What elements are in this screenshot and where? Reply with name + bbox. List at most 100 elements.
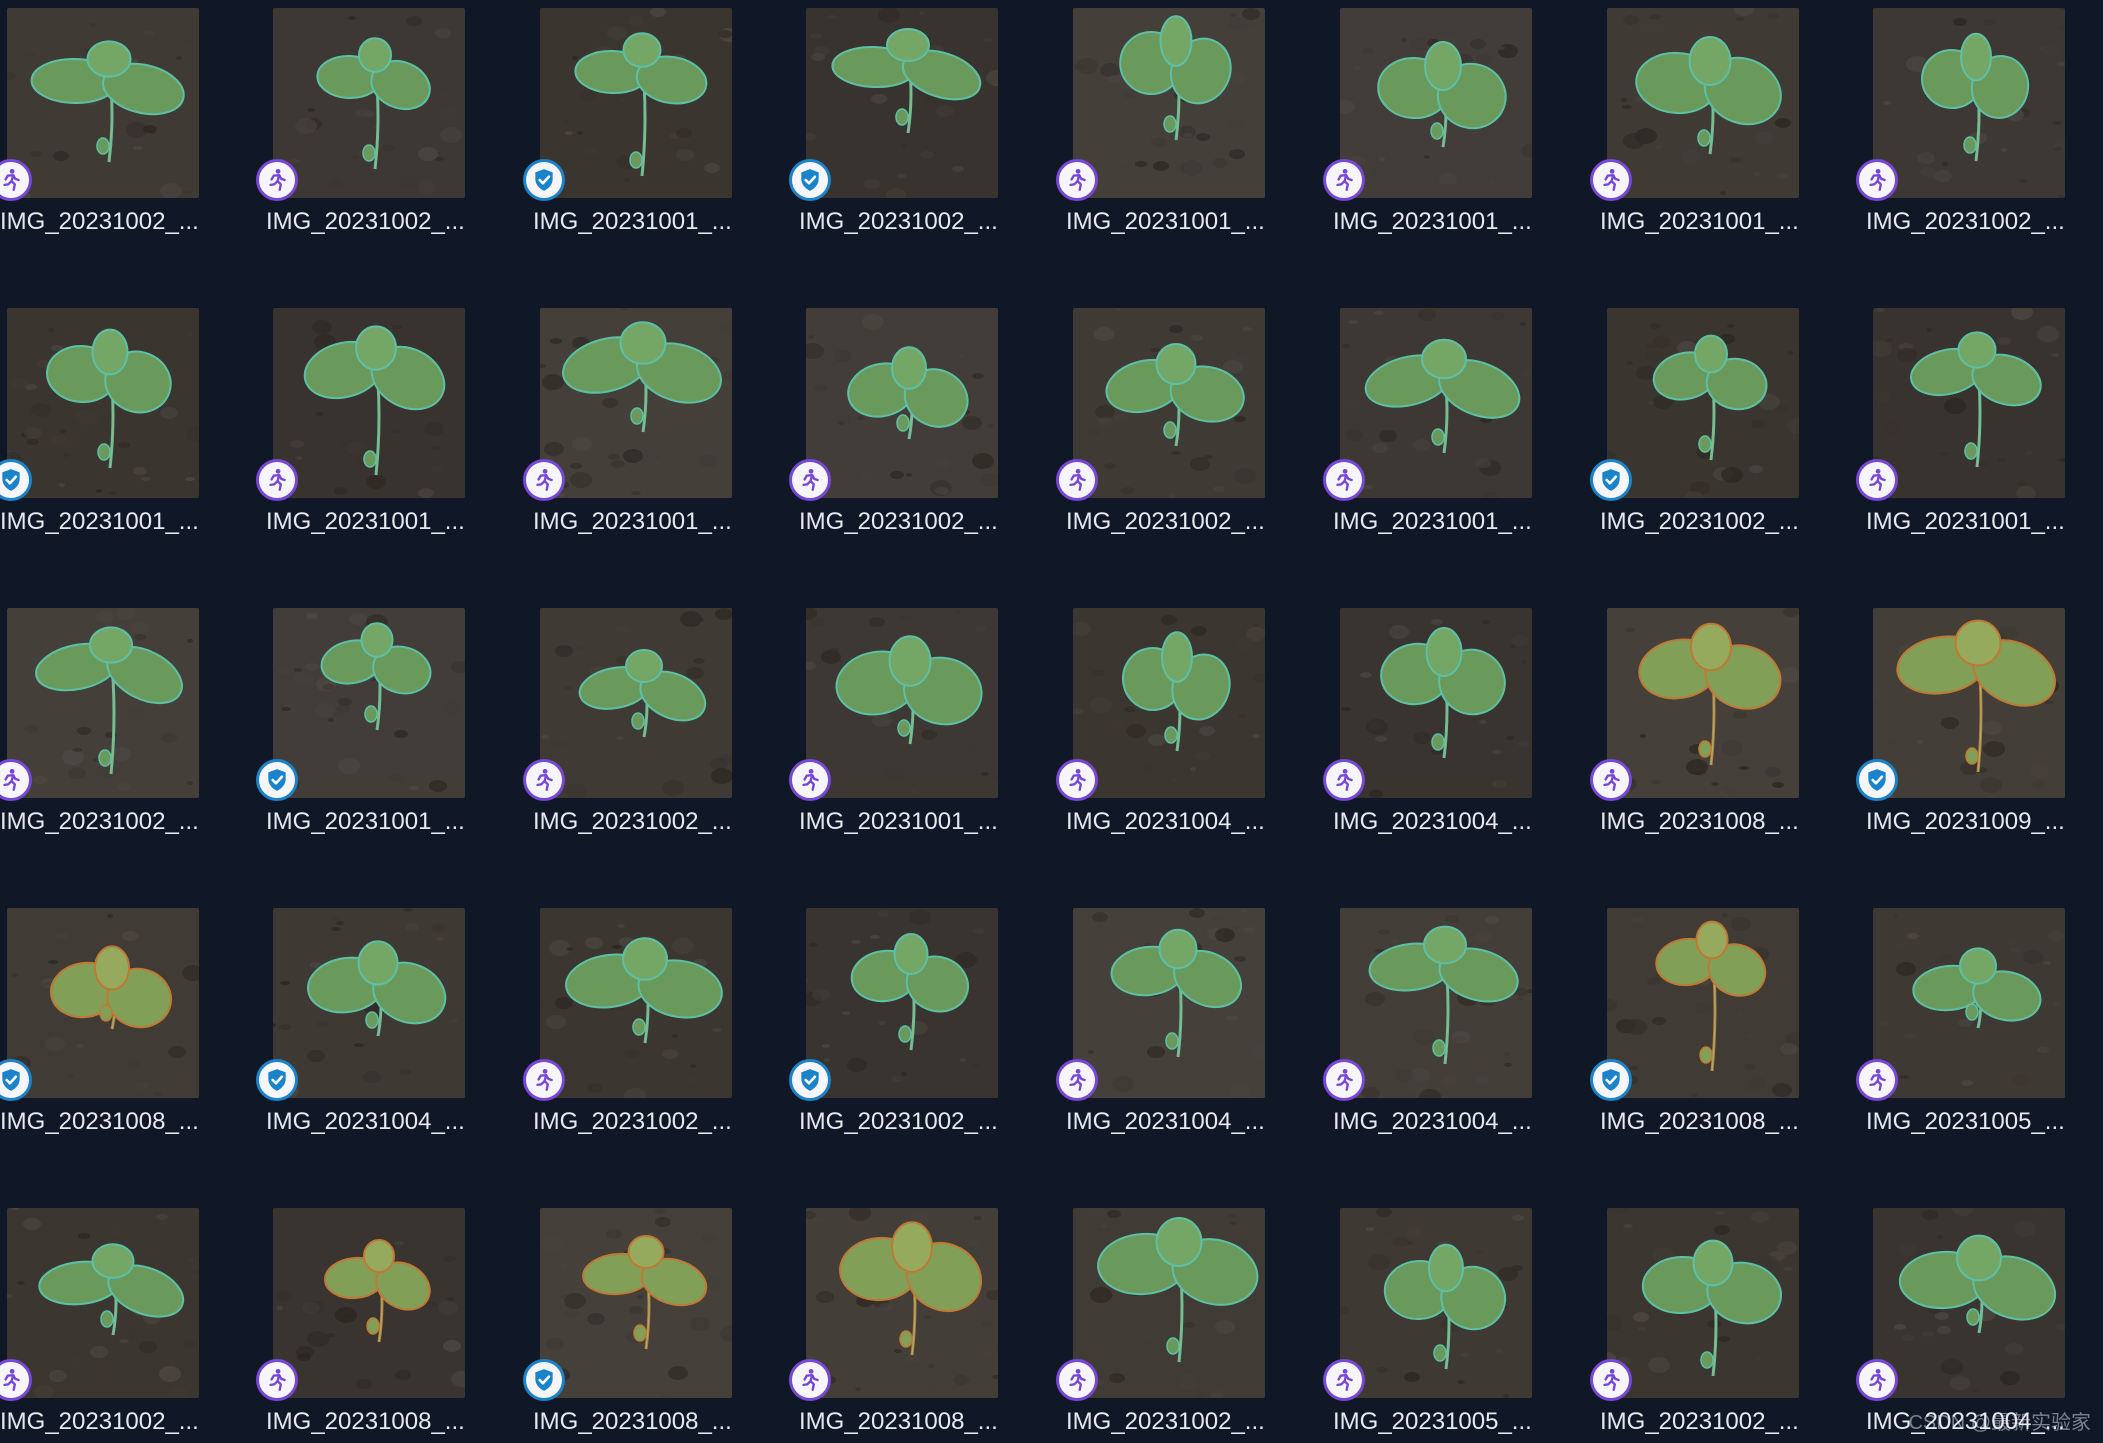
thumbnail-image[interactable] (1073, 308, 1265, 498)
image-filename: IMG_20231002_... (1866, 208, 2065, 235)
thumbnail-image[interactable] (540, 8, 732, 198)
gallery-item[interactable]: IMG_20231004_... (1323, 600, 1600, 850)
thumbnail-image[interactable] (540, 908, 732, 1098)
thumbnail-image[interactable] (273, 1208, 465, 1398)
thumbnail-image[interactable] (1873, 1208, 2065, 1398)
thumbnail-image[interactable] (540, 308, 732, 498)
sam-icon (1590, 159, 1632, 201)
thumbnail-image[interactable] (1340, 908, 1532, 1098)
gallery-item[interactable]: IMG_20231002_... (789, 300, 1066, 550)
gallery-item[interactable]: IMG_20231001_... (523, 300, 800, 550)
gallery-item[interactable]: IMG_20231001_... (1590, 0, 1867, 250)
image-filename: IMG_20231009_... (1866, 808, 2065, 835)
thumbnail-image[interactable] (1073, 1208, 1265, 1398)
gallery-item[interactable]: IMG_20231001_... (1856, 300, 2103, 550)
thumbnail-image[interactable] (1607, 608, 1799, 798)
thumbnail-image[interactable] (1873, 8, 2065, 198)
thumbnail-image[interactable] (806, 908, 998, 1098)
gallery-item[interactable]: IMG_20231004_... (1056, 900, 1333, 1150)
gallery-item[interactable]: IMG_20231005_... (1323, 1200, 1600, 1443)
gallery-item[interactable]: IMG_20231001_... (1323, 300, 1600, 550)
image-filename: IMG_20231001_... (1333, 508, 1532, 535)
thumbnail-image[interactable] (1073, 608, 1265, 798)
verified-icon (1590, 459, 1632, 501)
thumbnail-image[interactable] (1607, 1208, 1799, 1398)
gallery-item[interactable]: IMG_20231001_... (789, 600, 1066, 850)
thumbnail-image[interactable] (273, 308, 465, 498)
thumbnail-image[interactable] (273, 608, 465, 798)
gallery-item[interactable]: IMG_20231009_... (1856, 600, 2103, 850)
thumbnail-image[interactable] (1340, 1208, 1532, 1398)
gallery-item[interactable]: IMG_20231005_... (1856, 900, 2103, 1150)
gallery-item[interactable]: IMG_20231002_... (1056, 1200, 1333, 1443)
gallery-item[interactable]: IMG_20231002_... (789, 0, 1066, 250)
image-filename: IMG_20231005_... (1333, 1408, 1532, 1435)
sam-icon (789, 759, 831, 801)
image-filename: IMG_20231004_... (1333, 1108, 1532, 1135)
gallery-item[interactable]: IMG_20231008_... (256, 1200, 533, 1443)
gallery-item[interactable]: IMG_20231001_... (256, 600, 533, 850)
thumbnail-image[interactable] (7, 908, 199, 1098)
thumbnail-image[interactable] (1873, 908, 2065, 1098)
gallery-item[interactable]: IMG_20231008_... (523, 1200, 800, 1443)
thumbnail-image[interactable] (1340, 8, 1532, 198)
sam-icon (523, 459, 565, 501)
thumbnail-image[interactable] (7, 8, 199, 198)
image-filename: IMG_20231001_... (1866, 508, 2065, 535)
thumbnail-image[interactable] (806, 608, 998, 798)
gallery-item[interactable]: IMG_20231002_... (1056, 300, 1333, 550)
gallery-item[interactable]: IMG_20231008_... (1590, 900, 1867, 1150)
verified-icon (789, 1059, 831, 1101)
gallery-item[interactable]: IMG_20231008_... (0, 900, 267, 1150)
thumbnail-image[interactable] (7, 608, 199, 798)
gallery-item[interactable]: IMG_20231004_... (1056, 600, 1333, 850)
gallery-item[interactable]: IMG_20231002_... (523, 900, 800, 1150)
gallery-item[interactable]: IMG_20231002_... (256, 0, 533, 250)
gallery-item[interactable]: IMG_20231002_... (523, 600, 800, 850)
image-filename: IMG_20231001_... (533, 208, 732, 235)
gallery-item[interactable]: IMG_20231004_... (256, 900, 533, 1150)
gallery-item[interactable]: IMG_20231001_... (523, 0, 800, 250)
thumbnail-image[interactable] (806, 1208, 998, 1398)
gallery-item[interactable]: IMG_20231004_... (1323, 900, 1600, 1150)
thumbnail-image[interactable] (1607, 8, 1799, 198)
image-gallery: CSDN @最新实验家 IMG_20231002_... IMG_20231002… (0, 0, 2103, 1443)
gallery-item[interactable]: IMG_20231002_... (1590, 300, 1867, 550)
thumbnail-image[interactable] (1073, 8, 1265, 198)
gallery-item[interactable]: IMG_20231002_... (789, 900, 1066, 1150)
thumbnail-image[interactable] (7, 1208, 199, 1398)
thumbnail-image[interactable] (1873, 308, 2065, 498)
thumbnail-image[interactable] (540, 1208, 732, 1398)
thumbnail-image[interactable] (7, 308, 199, 498)
thumbnail-image[interactable] (1873, 608, 2065, 798)
gallery-item[interactable]: IMG_20231002_... (0, 600, 267, 850)
gallery-item[interactable]: IMG_20231001_... (1056, 0, 1333, 250)
gallery-item[interactable]: IMG_20231002_... (0, 1200, 267, 1443)
thumbnail-image[interactable] (1340, 308, 1532, 498)
gallery-item[interactable]: IMG_20231008_... (789, 1200, 1066, 1443)
gallery-item[interactable]: IMG_20231008_... (1590, 600, 1867, 850)
image-filename: IMG_20231002_... (266, 208, 465, 235)
thumbnail-image[interactable] (1607, 908, 1799, 1098)
gallery-item[interactable]: IMG_20231001_... (256, 300, 533, 550)
thumbnail-image[interactable] (540, 608, 732, 798)
gallery-item[interactable]: IMG_20231004_... (1856, 1200, 2103, 1443)
image-filename: IMG_20231001_... (799, 808, 998, 835)
gallery-item[interactable]: IMG_20231002_... (0, 0, 267, 250)
sam-icon (1590, 759, 1632, 801)
image-filename: IMG_20231004_... (1333, 808, 1532, 835)
thumbnail-image[interactable] (806, 308, 998, 498)
thumbnail-image[interactable] (806, 8, 998, 198)
thumbnail-image[interactable] (273, 908, 465, 1098)
verified-icon (1856, 759, 1898, 801)
thumbnail-image[interactable] (1073, 908, 1265, 1098)
thumbnail-image[interactable] (1340, 608, 1532, 798)
image-filename: IMG_20231001_... (533, 508, 732, 535)
gallery-item[interactable]: IMG_20231001_... (0, 300, 267, 550)
image-filename: IMG_20231001_... (1066, 208, 1265, 235)
gallery-item[interactable]: IMG_20231002_... (1590, 1200, 1867, 1443)
thumbnail-image[interactable] (273, 8, 465, 198)
gallery-item[interactable]: IMG_20231002_... (1856, 0, 2103, 250)
thumbnail-image[interactable] (1607, 308, 1799, 498)
gallery-item[interactable]: IMG_20231001_... (1323, 0, 1600, 250)
